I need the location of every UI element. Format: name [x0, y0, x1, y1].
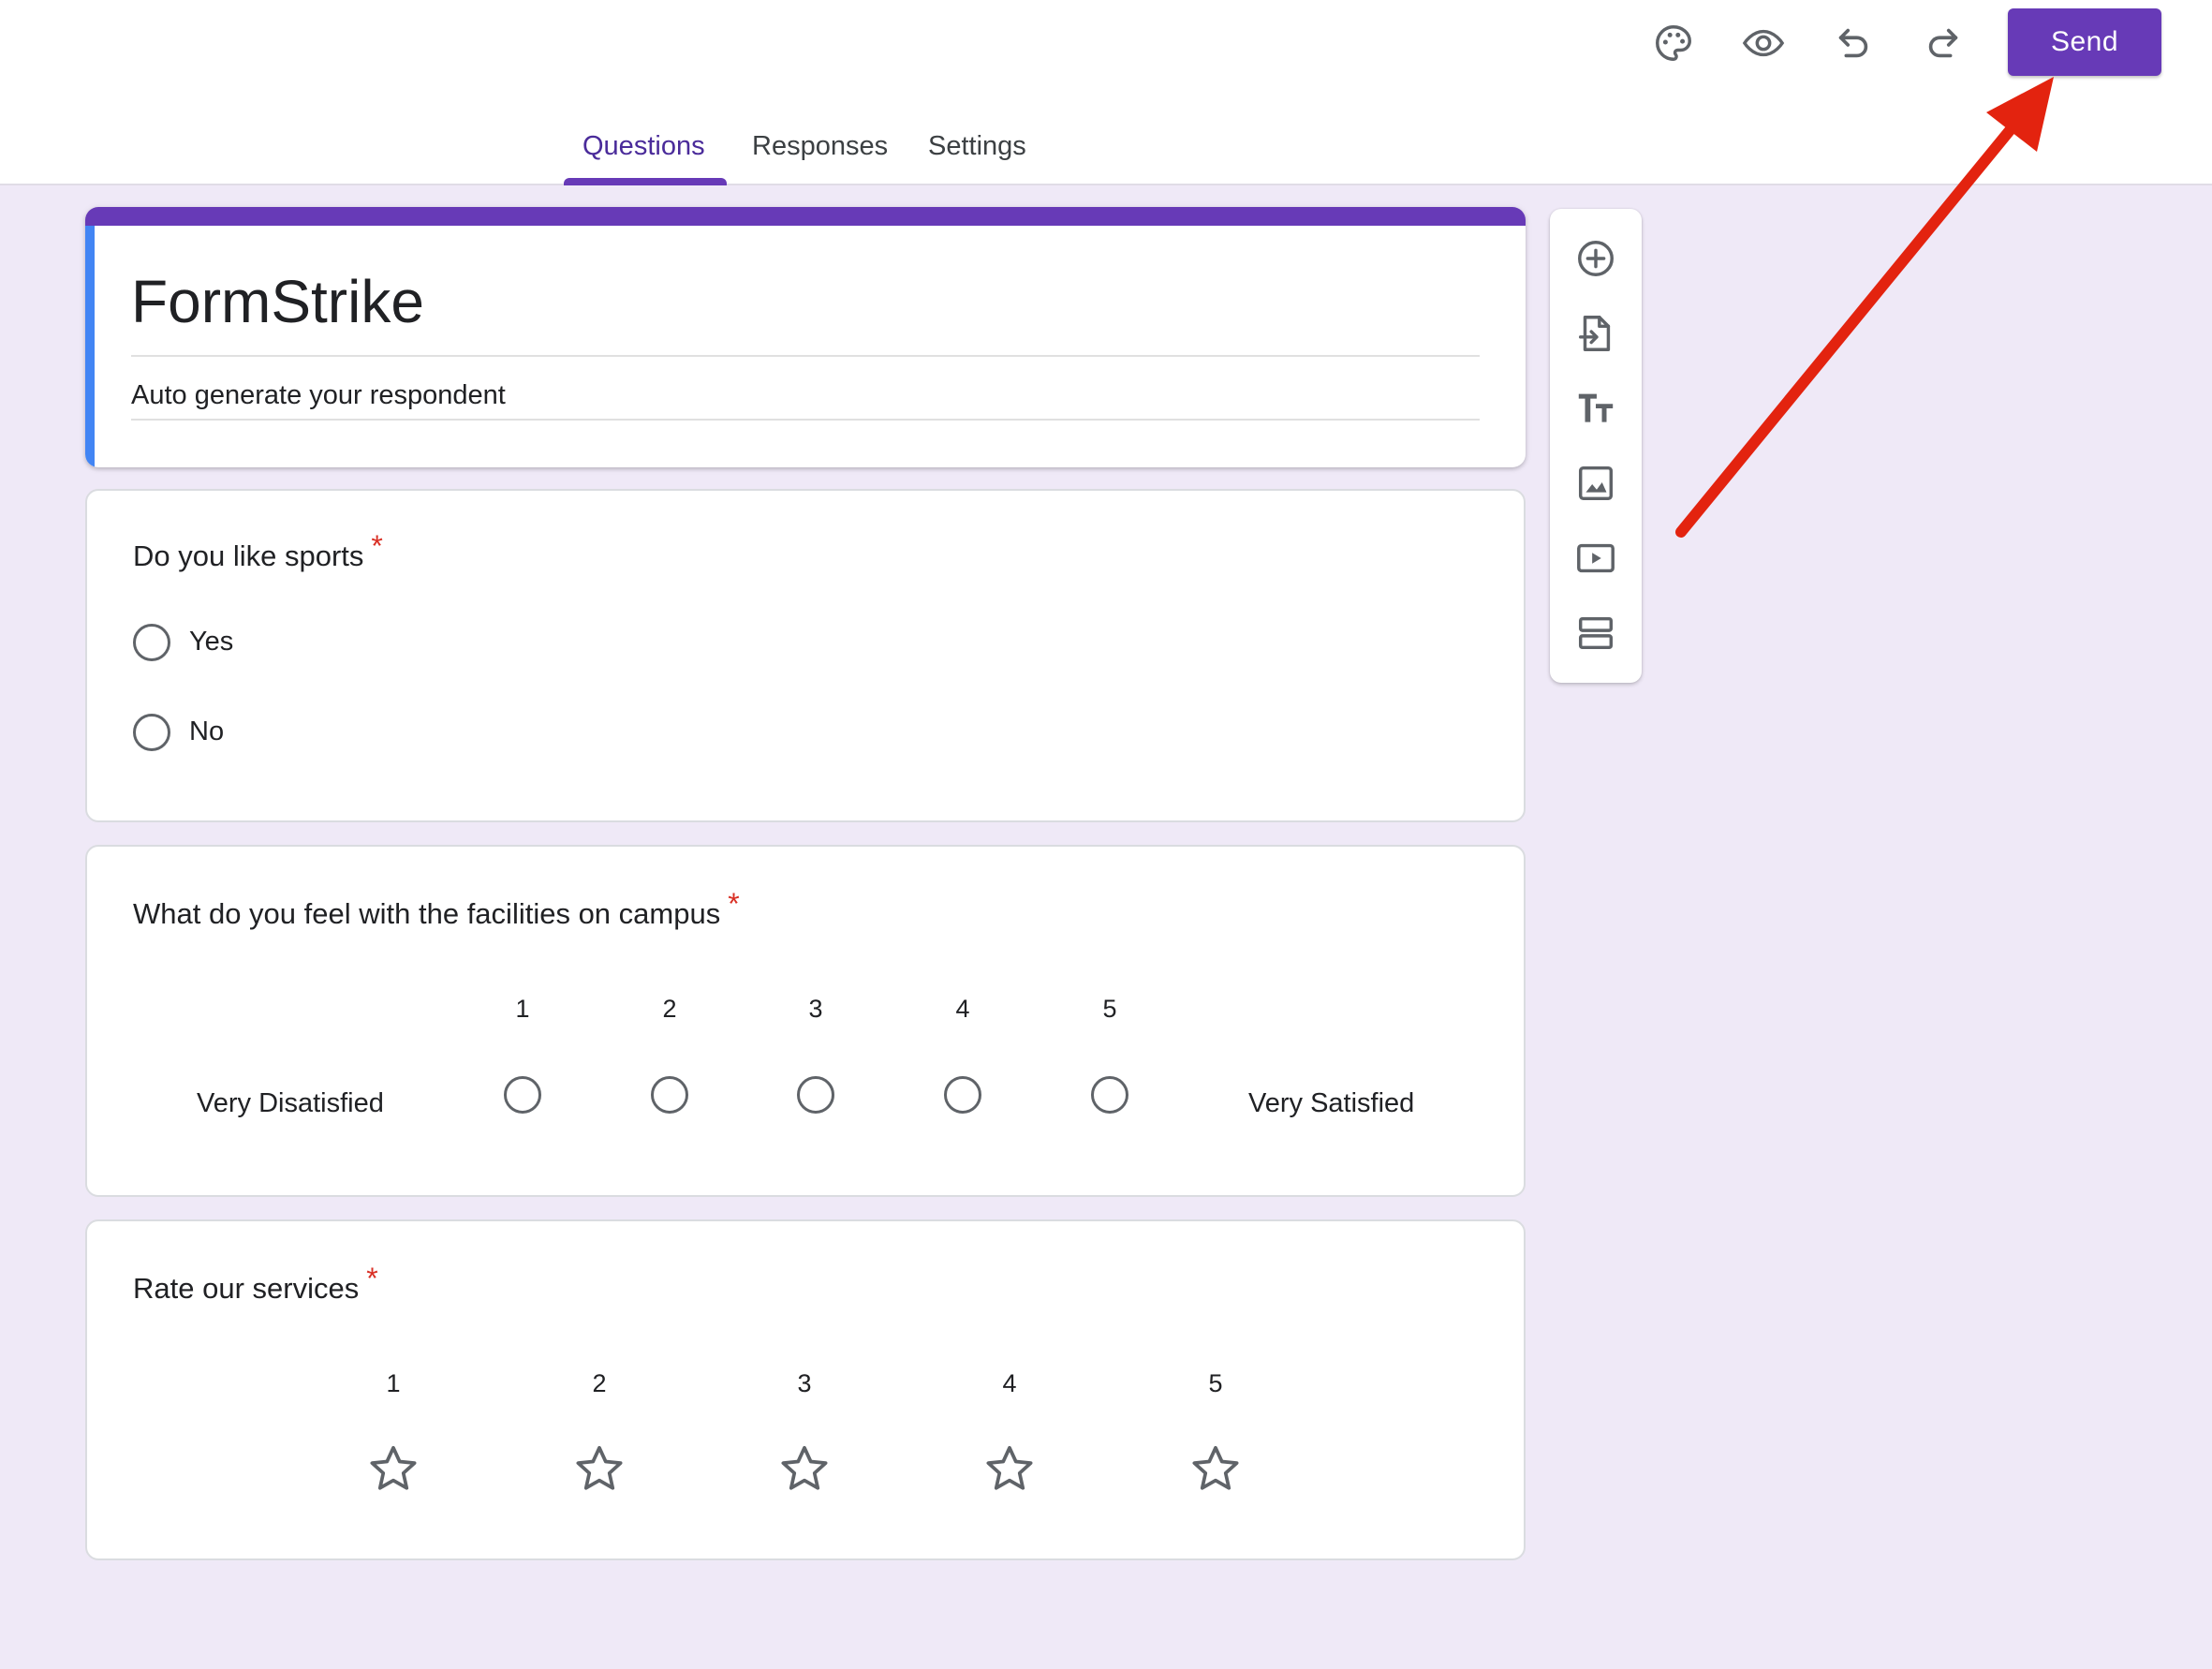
option-label-no: No	[189, 716, 225, 746]
scale-radio-1[interactable]	[504, 1076, 541, 1114]
scale-number-4: 4	[955, 995, 970, 1023]
import-questions-icon[interactable]	[1568, 305, 1624, 362]
undo-icon[interactable]	[1826, 16, 1880, 70]
side-toolbar	[1550, 209, 1642, 683]
star-icon-1[interactable]	[367, 1442, 420, 1495]
tab-responses[interactable]: Responses	[752, 131, 888, 169]
star-icon-4[interactable]	[983, 1442, 1036, 1495]
form-editor-header: Send Questions Responses Settings	[0, 0, 2212, 185]
add-section-icon[interactable]	[1568, 605, 1624, 661]
scale-radio-4[interactable]	[944, 1076, 981, 1114]
scale-low-label: Very Disatisfied	[197, 1088, 384, 1118]
radio-no[interactable]	[133, 714, 170, 751]
question-title-text: Rate our services	[133, 1272, 360, 1305]
question-title: What do you feel with the facilities on …	[133, 887, 740, 931]
required-asterisk: *	[728, 887, 740, 921]
card-focus-bar	[85, 226, 95, 467]
scale-number-5: 5	[1102, 995, 1117, 1023]
description-underline	[131, 419, 1480, 421]
required-asterisk: *	[371, 529, 383, 563]
scale-number-1: 1	[515, 995, 530, 1023]
form-title-card[interactable]: FormStrike Auto generate your respondent	[85, 207, 1526, 467]
title-underline	[131, 355, 1480, 357]
star-icon-3[interactable]	[778, 1442, 831, 1495]
question-title: Rate our services *	[133, 1262, 378, 1306]
active-tab-indicator	[564, 178, 727, 185]
rating-number-3: 3	[797, 1369, 812, 1397]
question-title-text: What do you feel with the facilities on …	[133, 897, 721, 930]
rating-number-1: 1	[386, 1369, 401, 1397]
option-label-yes: Yes	[189, 627, 234, 657]
tab-questions[interactable]: Questions	[582, 131, 705, 169]
scale-radio-2[interactable]	[651, 1076, 688, 1114]
required-asterisk: *	[366, 1262, 378, 1295]
tab-settings[interactable]: Settings	[928, 131, 1026, 169]
rating-number-2: 2	[592, 1369, 607, 1397]
question-card-rating[interactable]: Rate our services * 1 2 3 4 5	[85, 1219, 1526, 1560]
star-icon-5[interactable]	[1189, 1442, 1242, 1495]
scale-radio-5[interactable]	[1091, 1076, 1128, 1114]
send-button[interactable]: Send	[2008, 8, 2161, 76]
question-title: Do you like sports *	[133, 529, 383, 573]
scale-number-2: 2	[662, 995, 677, 1023]
rating-number-5: 5	[1208, 1369, 1223, 1397]
scale-high-label: Very Satisfied	[1248, 1088, 1415, 1118]
add-image-icon[interactable]	[1568, 455, 1624, 511]
add-title-icon[interactable]	[1568, 380, 1624, 436]
radio-yes[interactable]	[133, 624, 170, 661]
scale-radio-3[interactable]	[797, 1076, 834, 1114]
question-title-text: Do you like sports	[133, 539, 364, 572]
card-accent-bar	[85, 207, 1526, 226]
rating-number-4: 4	[1002, 1369, 1017, 1397]
add-question-icon[interactable]	[1568, 230, 1624, 287]
scale-number-3: 3	[808, 995, 823, 1023]
form-description[interactable]: Auto generate your respondent	[131, 380, 506, 411]
palette-icon[interactable]	[1646, 16, 1701, 70]
eye-preview-icon[interactable]	[1736, 16, 1791, 70]
question-card-facilities[interactable]: What do you feel with the facilities on …	[85, 845, 1526, 1197]
add-video-icon[interactable]	[1568, 530, 1624, 586]
star-icon-2[interactable]	[573, 1442, 626, 1495]
form-title[interactable]: FormStrike	[131, 267, 424, 336]
redo-icon[interactable]	[1916, 16, 1970, 70]
question-card-sports[interactable]: Do you like sports * Yes No	[85, 489, 1526, 822]
